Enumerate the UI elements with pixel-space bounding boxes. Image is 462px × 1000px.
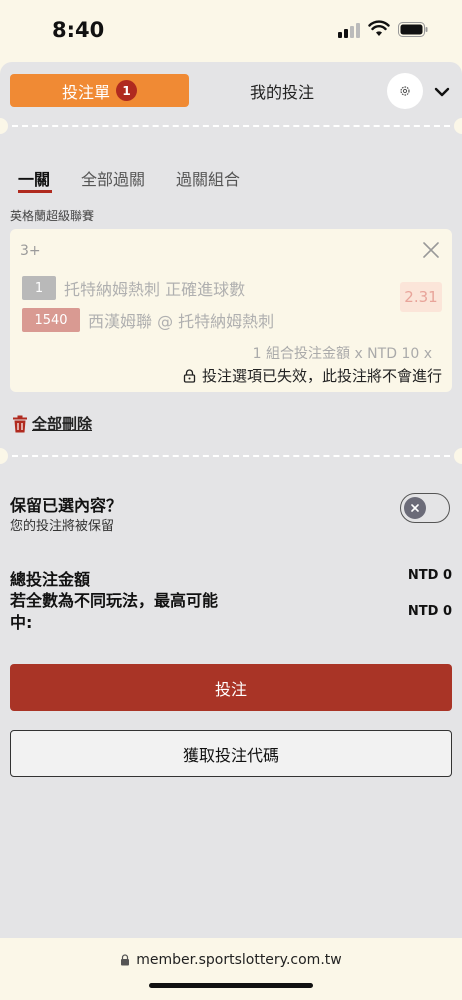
leg-text: 西漢姆聯 @ 托特納姆熱刺 [88,312,275,331]
chevron-down-icon[interactable] [432,82,452,102]
invalid-notice-text: 投注選項已失效，此投注將不會進行 [201,367,442,385]
home-indicator[interactable] [149,983,313,988]
url-text: member.sportslottery.com.tw [136,952,342,968]
max-payout-value: NTD 0 [407,604,452,619]
leg-text: 托特納姆熱刺 正確進球數 [64,280,246,299]
leg-number: 1540 [22,308,80,332]
tab-betslip-label: 投注單 [61,82,110,102]
bet-summary: 1 組合投注金額 x NTD 10 x [252,346,432,362]
status-time: 8:40 [52,18,105,42]
close-icon[interactable] [422,241,440,259]
lock-icon [121,954,130,966]
total-stake-value: NTD 0 [407,568,452,583]
retain-selection-toggle[interactable] [400,493,450,523]
betslip-count-badge: 1 [116,80,137,101]
subtab-all-parlay[interactable]: 全部過關 [81,166,145,190]
bet-type: 3+ [20,243,41,259]
tab-betslip[interactable]: 投注單 1 [10,74,189,107]
lock-icon [183,368,196,383]
delete-all-button[interactable]: 全部刪除 [12,413,92,434]
subtab-active-indicator [18,190,52,193]
invalid-notice: 投注選項已失效，此投注將不會進行 [183,365,442,386]
betslip-panel: 投注單 1 我的投注 一關 全部過關 過關組合 英格蘭超級聯賽 3+ 1 托特納… [0,62,462,938]
max-payout-label: 若全數為不同玩法，最高可能中: [10,591,219,632]
ticket-divider [0,118,462,134]
close-icon [411,504,419,512]
retain-selection-subtitle: 您的投注將被保留 [10,519,115,534]
bet-card: 3+ 1 托特納姆熱刺 正確進球數 1540 西漢姆聯 @ 托特納姆熱刺 2.3… [10,229,452,392]
leg-number: 1 [22,276,56,300]
tab-my-bets[interactable]: 我的投注 [200,74,364,107]
subtab-parlay-combo[interactable]: 過關組合 [176,166,240,190]
battery-icon [398,22,428,37]
retain-selection-title: 保留已選內容？ [10,496,123,515]
browser-url-bar[interactable]: member.sportslottery.com.tw [0,938,462,1000]
ticket-divider [0,448,462,464]
toggle-knob [404,497,426,519]
bet-leg: 1540 西漢姆聯 @ 托特納姆熱刺 [22,308,274,332]
place-bet-button[interactable]: 投注 [10,664,452,711]
wifi-icon [368,20,390,36]
url-display[interactable]: member.sportslottery.com.tw [0,952,462,968]
status-bar: 8:40 [0,0,462,60]
league-name: 英格蘭超級聯賽 [10,209,95,223]
subtab-single[interactable]: 一關 [18,166,50,190]
delete-all-label: 全部刪除 [32,415,93,433]
odds-value: 2.31 [400,282,442,312]
total-stake-label: 總投注金額 [10,570,91,589]
get-bet-code-button[interactable]: 獲取投注代碼 [10,730,452,777]
trash-icon [13,415,27,432]
bet-leg: 1 托特納姆熱刺 正確進球數 [22,276,245,300]
gear-icon [400,86,410,96]
cellular-signal-icon [338,22,362,38]
settings-button[interactable] [387,73,423,109]
